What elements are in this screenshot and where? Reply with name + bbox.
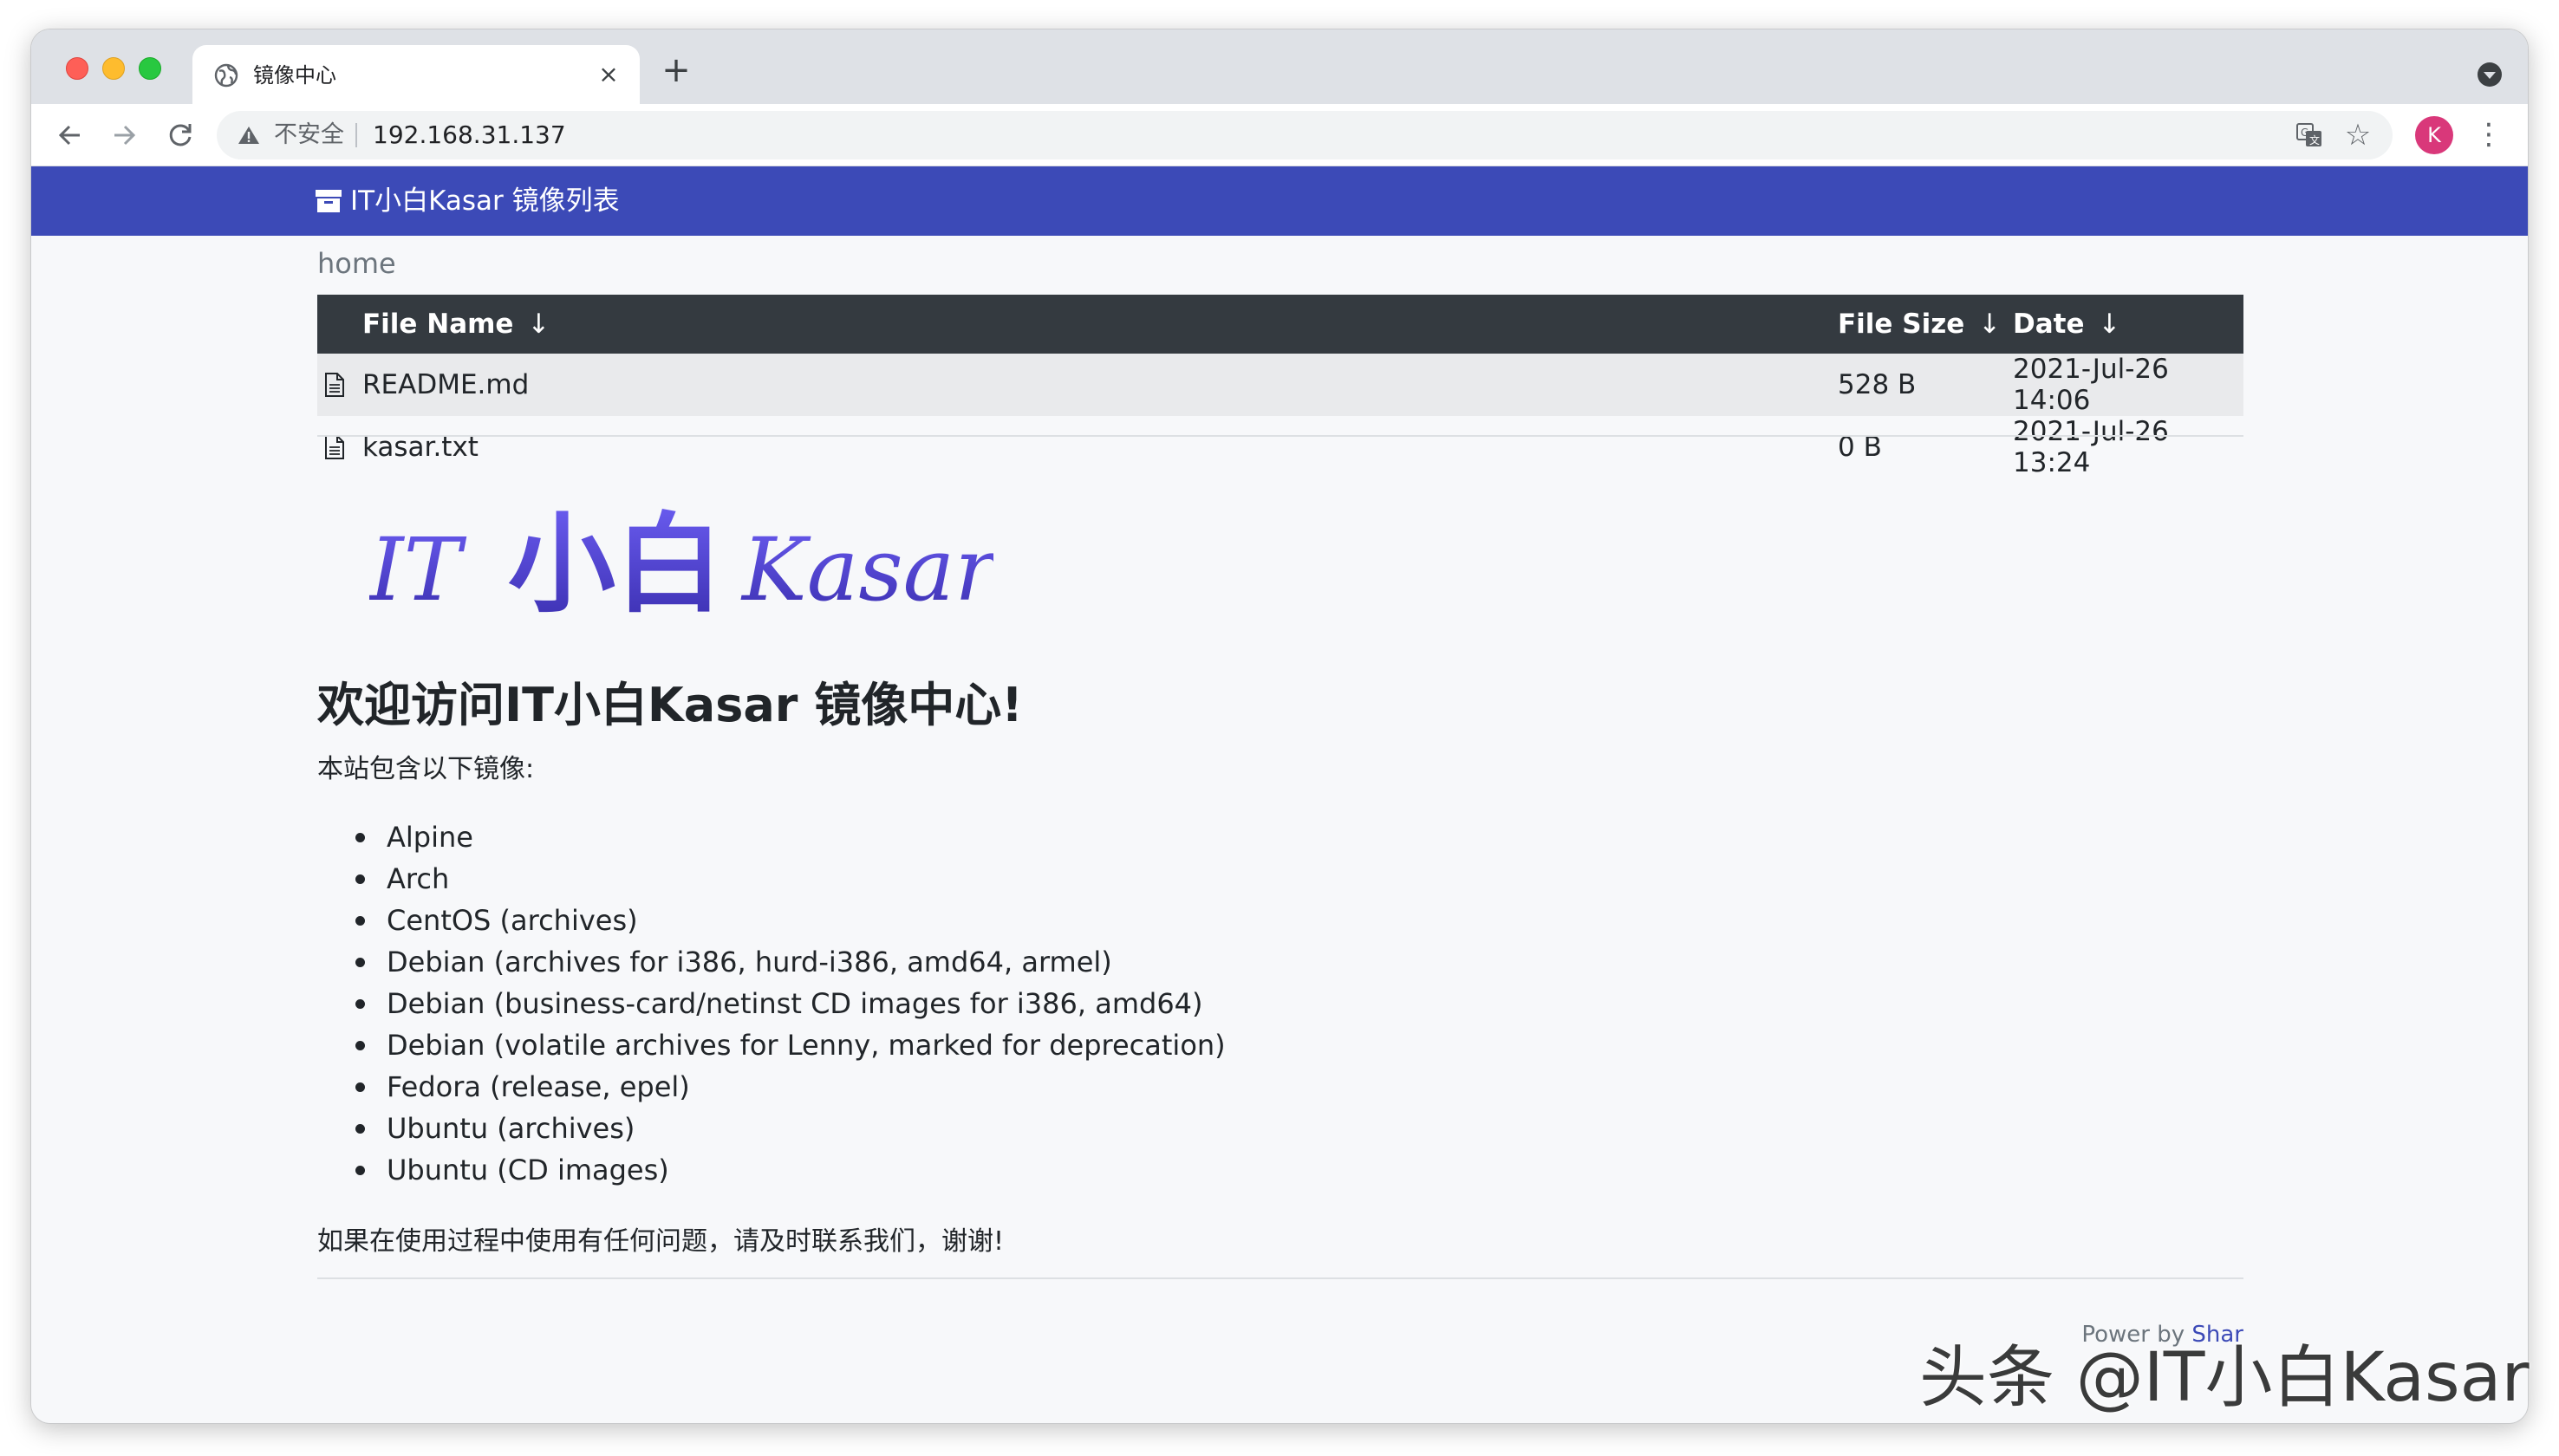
sort-arrow-icon: ↓ bbox=[2098, 309, 2121, 340]
tab-strip: 镜像中心 × + bbox=[31, 29, 2528, 104]
logo-xiaobai-text: 小白 bbox=[508, 503, 723, 626]
header-date-label: Date bbox=[2013, 309, 2085, 340]
svg-text:G: G bbox=[2301, 127, 2308, 139]
table-row: README.md 528 B 2021-Jul-26 14:06 bbox=[317, 354, 2243, 416]
file-date-cell: 2021-Jul-26 13:24 bbox=[2013, 416, 2169, 478]
globe-icon bbox=[214, 63, 238, 88]
browser-menu-icon[interactable]: ⋮ bbox=[2474, 116, 2504, 154]
maximize-window-button[interactable] bbox=[139, 57, 161, 80]
contact-text: 如果在使用过程中使用有任何问题，请及时联系我们，谢谢! bbox=[317, 1226, 1005, 1257]
header-name-label: File Name bbox=[362, 309, 514, 340]
page-viewport: IT小白Kasar 镜像列表 home File Name ↓ File Size… bbox=[31, 166, 2528, 1423]
sort-by-name-header[interactable]: File Name ↓ bbox=[317, 295, 1838, 354]
archive-icon bbox=[316, 190, 342, 212]
file-table: File Name ↓ File Size ↓ Date ↓ README.md… bbox=[317, 295, 2243, 478]
divider bbox=[317, 435, 2243, 437]
tab-close-icon[interactable]: × bbox=[595, 61, 622, 88]
watermark: 头条 @IT小白Kasar bbox=[1919, 1339, 2530, 1417]
sort-arrow-icon: ↓ bbox=[1978, 309, 2002, 340]
reload-button[interactable] bbox=[160, 114, 201, 156]
file-date-cell: 2021-Jul-26 14:06 bbox=[2013, 354, 2169, 416]
welcome-heading: 欢迎访问IT小白Kasar 镜像中心! bbox=[317, 678, 1023, 732]
arrow-right-icon bbox=[114, 125, 136, 146]
sort-by-date-header[interactable]: Date ↓ bbox=[2013, 295, 2243, 354]
logo-kasar-text: Kasar bbox=[740, 519, 993, 621]
file-icon bbox=[325, 435, 344, 459]
forward-button[interactable] bbox=[104, 114, 146, 156]
arrow-left-icon bbox=[58, 125, 80, 146]
warning-icon[interactable] bbox=[238, 125, 260, 146]
list-item: Arch bbox=[352, 858, 1226, 900]
close-window-button[interactable] bbox=[66, 57, 88, 80]
mirror-list: Alpine Arch CentOS (archives) Debian (ar… bbox=[352, 816, 1226, 1191]
navbar-brand-text: IT小白Kasar 镜像列表 bbox=[350, 185, 620, 217]
list-item: CentOS (archives) bbox=[352, 900, 1226, 941]
minimize-window-button[interactable] bbox=[102, 57, 125, 80]
list-item: Ubuntu (archives) bbox=[352, 1108, 1226, 1149]
url-text[interactable]: 192.168.31.137 bbox=[373, 120, 566, 151]
file-size-cell: 0 B bbox=[1838, 432, 1882, 463]
new-tab-button[interactable]: + bbox=[659, 53, 693, 88]
tab-search-icon[interactable] bbox=[2478, 62, 2502, 87]
intro-text: 本站包含以下镜像: bbox=[317, 754, 535, 784]
tab-mirror-center[interactable]: 镜像中心 × bbox=[192, 45, 640, 104]
list-item: Ubuntu (CD images) bbox=[352, 1149, 1226, 1191]
table-row: kasar.txt 0 B 2021-Jul-26 13:24 bbox=[317, 416, 2243, 478]
breadcrumb[interactable]: home bbox=[317, 244, 396, 283]
file-size-cell: 528 B bbox=[1838, 369, 1917, 400]
site-navbar: IT小白Kasar 镜像列表 bbox=[31, 166, 2528, 236]
translate-icon[interactable]: G 文 bbox=[2295, 121, 2323, 149]
browser-window: 镜像中心 × + 不安全 192.168.31.137 G 文 ☆ K ⋮ IT… bbox=[31, 29, 2528, 1423]
file-name-cell: kasar.txt bbox=[317, 416, 1838, 478]
profile-avatar[interactable]: K bbox=[2415, 116, 2453, 154]
list-item: Debian (volatile archives for Lenny, mar… bbox=[352, 1024, 1226, 1066]
breadcrumb-home[interactable]: home bbox=[317, 247, 396, 280]
tab-title: 镜像中心 bbox=[253, 63, 336, 88]
back-button[interactable] bbox=[49, 114, 90, 156]
address-bar[interactable]: 不安全 192.168.31.137 G 文 ☆ bbox=[217, 111, 2393, 159]
file-link[interactable]: README.md bbox=[362, 369, 529, 400]
list-item: Fedora (release, epel) bbox=[352, 1066, 1226, 1108]
list-item: Debian (archives for i386, hurd-i386, am… bbox=[352, 941, 1226, 983]
navbar-brand[interactable]: IT小白Kasar 镜像列表 bbox=[316, 184, 620, 218]
table-header-row: File Name ↓ File Size ↓ Date ↓ bbox=[317, 295, 2243, 354]
sort-arrow-icon: ↓ bbox=[527, 309, 550, 340]
sort-by-size-header[interactable]: File Size ↓ bbox=[1838, 295, 2013, 354]
list-item: Debian (business-card/netinst CD images … bbox=[352, 983, 1226, 1024]
list-item: Alpine bbox=[352, 816, 1226, 858]
site-logo: IT 小白 Kasar bbox=[369, 503, 993, 626]
logo-it-text: IT bbox=[369, 519, 467, 621]
address-divider bbox=[355, 123, 357, 147]
browser-toolbar: 不安全 192.168.31.137 G 文 ☆ K ⋮ bbox=[31, 104, 2528, 166]
reload-icon bbox=[169, 124, 192, 146]
divider bbox=[317, 1277, 2243, 1279]
file-icon bbox=[325, 373, 344, 397]
not-secure-label[interactable]: 不安全 bbox=[274, 120, 344, 151]
svg-text:文: 文 bbox=[2309, 133, 2320, 146]
file-name-cell: README.md bbox=[317, 354, 1838, 416]
bookmark-star-icon[interactable]: ☆ bbox=[2341, 116, 2375, 154]
header-size-label: File Size bbox=[1838, 309, 1965, 340]
